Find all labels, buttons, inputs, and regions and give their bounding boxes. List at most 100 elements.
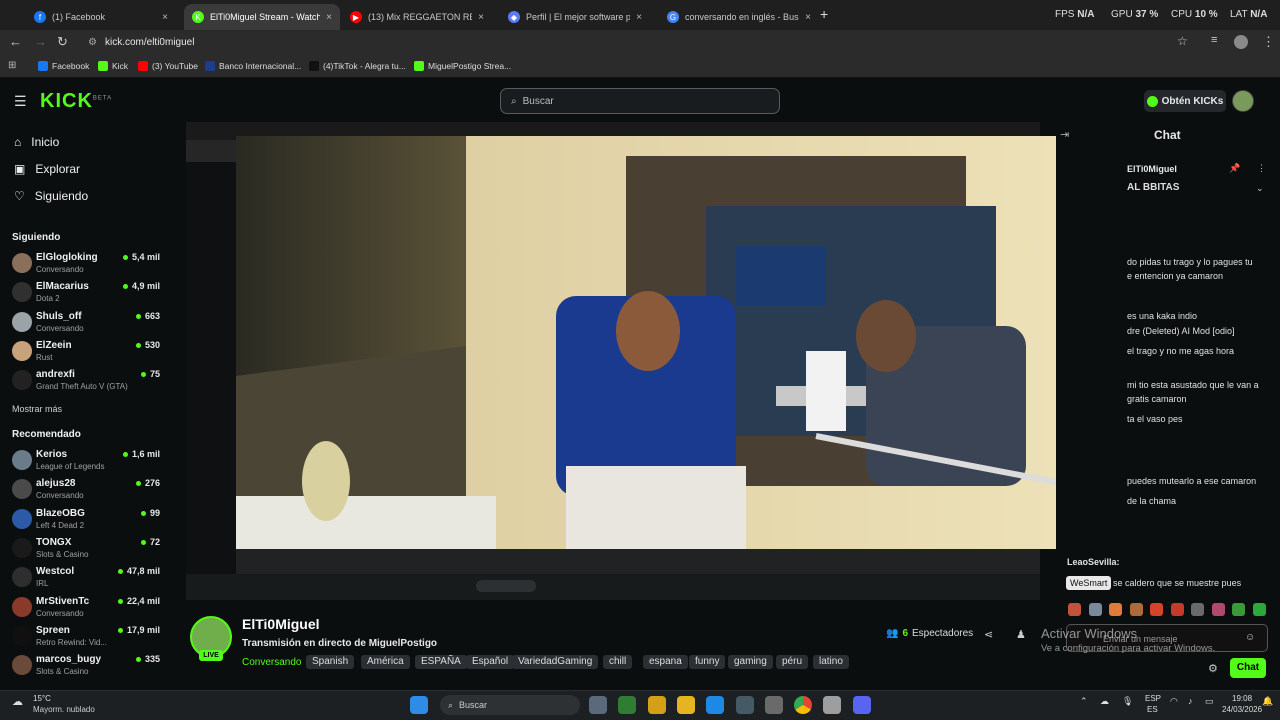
steam-icon[interactable] — [735, 696, 754, 714]
wifi-icon[interactable]: ◠ — [1170, 696, 1178, 707]
emote-icon[interactable] — [1088, 603, 1102, 616]
bookmark-item[interactable]: Banco Internacional... — [205, 61, 301, 71]
close-tab-icon[interactable]: × — [326, 12, 332, 23]
sidebar-nav-item[interactable]: ⌂ Inicio — [14, 135, 59, 149]
sidebar-channel[interactable]: alejus28 Conversando 276 — [12, 476, 160, 504]
stream-tag[interactable]: Spanish — [306, 655, 355, 669]
bookmark-item[interactable]: Kick — [98, 61, 128, 71]
user-avatar[interactable] — [1232, 90, 1254, 112]
back-arrow-icon[interactable]: ← — [9, 34, 22, 49]
stream-tag[interactable]: VariedadGaming — [512, 655, 599, 669]
reload-icon[interactable]: ↻ — [57, 34, 68, 50]
bookmark-item[interactable]: MiguelPostigo Strea... — [414, 61, 511, 71]
weather-icon[interactable]: ☁ — [12, 695, 23, 708]
sidebar-channel[interactable]: ElGlogloking Conversando 5,4 mil — [12, 250, 160, 278]
emote-icon[interactable] — [1232, 603, 1245, 616]
profile-avatar[interactable] — [1234, 35, 1248, 49]
bookmark-item[interactable]: Facebook — [38, 61, 89, 71]
task-view-icon[interactable] — [589, 696, 607, 714]
stream-category[interactable]: Conversando — [242, 657, 301, 668]
sidebar-channel[interactable]: ElMacarius Dota 2 4,9 mil — [12, 279, 160, 307]
battery-icon[interactable]: ▭ — [1205, 696, 1214, 707]
language-primary[interactable]: ESP — [1145, 694, 1161, 703]
bookmark-star-icon[interactable]: ☆ — [1177, 34, 1188, 48]
close-tab-icon[interactable]: × — [636, 12, 642, 23]
browser-tab[interactable]: ▶ (13) Mix REGGAETON RETRO × — [342, 4, 492, 30]
pin-icon[interactable]: 📌 — [1229, 163, 1240, 174]
language-secondary[interactable]: ES — [1147, 705, 1158, 714]
kick-logo[interactable]: KICKBETA — [40, 90, 112, 113]
sidebar-channel[interactable]: BlazeOBG Left 4 Dead 2 99 — [12, 506, 160, 534]
stream-tag[interactable]: Español — [466, 655, 515, 669]
show-more-link[interactable]: Mostrar más — [12, 404, 62, 414]
tray-chevron-icon[interactable]: ⌃ — [1080, 696, 1088, 707]
discord-icon[interactable] — [852, 696, 871, 714]
app-icon[interactable] — [647, 696, 666, 714]
sidebar-channel[interactable]: Westcol IRL 47,8 mil — [12, 564, 160, 592]
taskbar-search[interactable]: ⌕ Buscar — [440, 695, 580, 715]
browser-tab[interactable]: ◆ Perfil | El mejor software para p × — [500, 4, 650, 30]
sidebar-channel[interactable]: MrStivenTc Conversando 22,4 mil — [12, 594, 160, 622]
hamburger-menu-icon[interactable]: ☰ — [14, 93, 27, 110]
emote-icon[interactable] — [1068, 603, 1081, 616]
store-icon[interactable] — [764, 696, 783, 714]
channel-name[interactable]: ElTi0Miguel — [242, 616, 320, 632]
file-explorer-icon[interactable] — [676, 696, 695, 714]
app-icon[interactable] — [823, 696, 842, 714]
follow-user-icon[interactable]: ♟ — [1016, 628, 1026, 641]
stream-tag[interactable]: péru — [776, 655, 809, 669]
search-input[interactable]: ⌕ Buscar — [500, 88, 780, 114]
stream-tag[interactable]: gaming — [728, 655, 773, 669]
onedrive-icon[interactable]: ☁ — [1100, 696, 1109, 707]
stream-video-frame[interactable] — [236, 136, 1129, 549]
bookmark-item[interactable]: (4)TikTok - Alegra tu... — [309, 61, 406, 71]
sidebar-channel[interactable]: andrexfi Grand Theft Auto V (GTA) 75 — [12, 367, 160, 395]
stream-tag[interactable]: funny — [689, 655, 726, 669]
chat-settings-icon[interactable]: ⚙ — [1208, 662, 1218, 675]
emote-icon[interactable] — [1252, 603, 1266, 616]
stream-tag[interactable]: ESPAÑA — [415, 655, 467, 669]
emote-icon[interactable] — [1129, 603, 1143, 616]
share-icon[interactable]: ⋖ — [984, 628, 993, 641]
browser-tab[interactable]: f (1) Facebook × — [26, 4, 176, 30]
sidebar-nav-item[interactable]: ▣ Explorar — [14, 162, 80, 176]
stream-tag[interactable]: latino — [813, 655, 849, 669]
bookmark-item[interactable]: (3) YouTube — [138, 61, 198, 71]
chat-username[interactable]: LeaoSevilla: — [1067, 557, 1120, 567]
send-chat-button[interactable]: Chat — [1230, 658, 1266, 678]
get-kicks-button[interactable]: Obtén KICKs — [1144, 90, 1226, 112]
sidebar-channel[interactable]: marcos_bugy Slots & Casino 335 — [12, 652, 160, 680]
menu-kebab-icon[interactable]: ⋮ — [1262, 34, 1275, 50]
windows-start-icon[interactable] — [410, 696, 428, 714]
edge-icon[interactable] — [706, 696, 725, 714]
sidebar-channel[interactable]: TONGX Slots & Casino 72 — [12, 535, 160, 563]
stream-tag[interactable]: chill — [603, 655, 633, 669]
emote-icon[interactable] — [1109, 603, 1122, 616]
sidebar-channel[interactable]: ElZeein Rust 530 — [12, 338, 160, 366]
close-tab-icon[interactable]: × — [162, 12, 168, 23]
forward-arrow-icon[interactable]: → — [34, 34, 47, 49]
media-control-icon[interactable]: ≡ — [1211, 34, 1217, 46]
collapse-chat-icon[interactable]: ⇥ — [1060, 128, 1069, 141]
emote-icon[interactable] — [1211, 603, 1225, 616]
close-tab-icon[interactable]: × — [478, 12, 484, 23]
browser-tab[interactable]: Gconversando en inglés - Buscar × — [659, 4, 819, 30]
whatsapp-icon[interactable] — [618, 696, 637, 714]
stream-tag[interactable]: espana — [643, 655, 688, 669]
sidebar-channel[interactable]: Spreen Retro Rewind: Vid... 17,9 mil — [12, 623, 160, 651]
stream-tag[interactable]: América — [361, 655, 410, 669]
apps-grid-icon[interactable]: ⊞ — [8, 60, 16, 71]
browser-tab[interactable]: K ElTi0Miguel Stream - Watch Live × — [184, 4, 340, 30]
emote-icon[interactable] — [1170, 603, 1184, 616]
pinned-user[interactable]: ElTi0Miguel — [1127, 164, 1177, 174]
microphone-icon[interactable]: 🎙 — [1122, 696, 1133, 707]
notifications-icon[interactable]: 🔔 — [1262, 696, 1273, 707]
address-bar[interactable]: ⚙ kick.com/elti0miguel — [80, 32, 1210, 52]
more-options-icon[interactable]: ⋮ — [1257, 163, 1266, 174]
new-tab-button[interactable]: + — [820, 6, 828, 22]
sidebar-nav-item[interactable]: ♡ Siguiendo — [14, 189, 88, 203]
sidebar-channel[interactable]: Shuls_off Conversando 663 — [12, 309, 160, 337]
emote-icon[interactable] — [1191, 603, 1204, 616]
chrome-icon[interactable] — [794, 696, 813, 714]
sidebar-channel[interactable]: Kerios League of Legends 1,6 mil — [12, 447, 160, 475]
